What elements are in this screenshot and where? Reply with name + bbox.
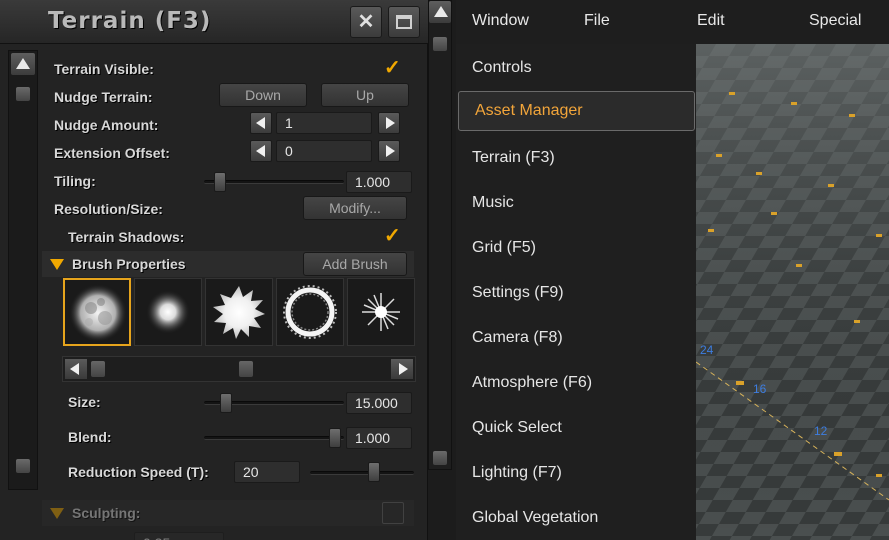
collapse-arrow-icon xyxy=(50,508,64,519)
grid-label-24: 24 xyxy=(700,343,714,357)
extension-offset-label: Extension Offset: xyxy=(54,145,170,161)
soft-round-brush-icon xyxy=(146,290,190,334)
scroll-thumb-left[interactable] xyxy=(91,361,105,377)
collapse-arrow-icon xyxy=(50,259,64,270)
terrain-visible-checkbox[interactable]: ✓ xyxy=(384,55,401,80)
menu-special[interactable]: Special xyxy=(809,12,861,30)
menu-item-music[interactable]: Music xyxy=(456,180,696,225)
tiling-field[interactable]: 1.000 xyxy=(346,171,412,193)
menu-item-lighting[interactable]: Lighting (F7) xyxy=(456,450,696,495)
menu-window[interactable]: Window xyxy=(472,12,529,30)
minimize-icon xyxy=(396,15,412,29)
brush-blend-slider-knob[interactable] xyxy=(329,428,341,448)
menu-item-grid[interactable]: Grid (F5) xyxy=(456,225,696,270)
close-icon: ✕ xyxy=(357,11,375,33)
scroll-thumb[interactable] xyxy=(433,37,447,51)
nudge-down-button[interactable]: Down xyxy=(219,83,307,107)
reduction-speed-label: Reduction Speed (T): xyxy=(68,464,209,480)
menubar: Window File Edit Special xyxy=(456,0,889,44)
scene-viewport[interactable]: 24 16 12 xyxy=(696,44,889,540)
menu-edit[interactable]: Edit xyxy=(697,12,725,30)
nudge-amount-field[interactable]: 1 xyxy=(276,112,372,134)
sculpting-checkbox[interactable] xyxy=(382,502,404,524)
sculpting-header[interactable]: Sculpting: xyxy=(42,500,414,526)
brush-splat[interactable] xyxy=(205,278,273,346)
sculpting-title: Sculpting: xyxy=(72,505,141,521)
menu-item-asset-manager[interactable]: Asset Manager xyxy=(458,91,695,131)
brush-blend-slider-track[interactable] xyxy=(204,436,344,440)
scroll-up-button[interactable] xyxy=(11,53,35,75)
brush-size-label: Size: xyxy=(68,394,101,410)
grid-label-16: 16 xyxy=(753,382,767,396)
menu-item-global-vegetation[interactable]: Global Vegetation xyxy=(456,495,696,540)
ring-brush-icon xyxy=(283,285,337,339)
panel-title: Terrain (F3) xyxy=(48,8,212,34)
minimize-button[interactable] xyxy=(388,6,420,38)
scroll-thumb-right[interactable] xyxy=(239,361,253,377)
add-brush-button[interactable]: Add Brush xyxy=(303,252,407,276)
splat-brush-icon xyxy=(213,286,265,339)
menu-item-controls[interactable]: Controls xyxy=(456,45,696,90)
panel-right-scrollbar[interactable] xyxy=(428,0,452,470)
brush-soft-round[interactable] xyxy=(134,278,202,346)
terrain-shadows-label: Terrain Shadows: xyxy=(68,229,185,245)
scroll-left-button[interactable] xyxy=(65,359,87,379)
brush-properties-title: Brush Properties xyxy=(72,256,186,272)
brush-palette-scrollbar[interactable] xyxy=(62,356,416,382)
scroll-thumb-bottom[interactable] xyxy=(433,451,447,465)
brush-ring[interactable] xyxy=(276,278,344,346)
menu-item-settings[interactable]: Settings (F9) xyxy=(456,270,696,315)
starburst-brush-icon xyxy=(362,293,400,331)
scroll-up-button[interactable] xyxy=(429,1,451,23)
extension-offset-decrement[interactable] xyxy=(250,140,272,162)
nudge-up-button[interactable]: Up xyxy=(321,83,409,107)
brush-palette xyxy=(62,278,416,350)
brush-blend-field[interactable]: 1.000 xyxy=(346,427,412,449)
reduction-speed-field[interactable]: 20 xyxy=(234,461,300,483)
close-button[interactable]: ✕ xyxy=(350,6,382,38)
scroll-thumb-bottom[interactable] xyxy=(16,459,30,473)
menu-item-terrain[interactable]: Terrain (F3) xyxy=(456,135,696,180)
brush-size-slider-knob[interactable] xyxy=(220,393,232,413)
menu-file[interactable]: File xyxy=(584,12,610,30)
extension-offset-field[interactable]: 0 xyxy=(276,140,372,162)
terrain-panel: Terrain (F3) ✕ Terrain Visible: ✓ Nudge … xyxy=(0,0,428,540)
panel-titlebar[interactable]: Terrain (F3) ✕ xyxy=(0,0,428,44)
menu-item-quick-select[interactable]: Quick Select xyxy=(456,405,696,450)
nudge-amount-label: Nudge Amount: xyxy=(54,117,159,133)
terrain-visible-label: Terrain Visible: xyxy=(54,61,154,77)
extension-offset-increment[interactable] xyxy=(378,140,400,162)
brush-cloud[interactable] xyxy=(63,278,131,346)
reduction-speed-slider-track[interactable] xyxy=(310,471,414,475)
terrain-grid-view: 24 16 12 xyxy=(696,44,889,540)
reduction-speed-slider-knob[interactable] xyxy=(368,462,380,482)
brush-blend-label: Blend: xyxy=(68,429,112,445)
modify-button[interactable]: Modify... xyxy=(303,196,407,220)
brush-size-field[interactable]: 15.000 xyxy=(346,392,412,414)
brush-starburst[interactable] xyxy=(347,278,415,346)
nudge-amount-increment[interactable] xyxy=(378,112,400,134)
window-menu-dropdown: Controls Asset Manager Terrain (F3) Musi… xyxy=(456,44,696,540)
sculpting-partial-field[interactable]: 0.25 xyxy=(134,532,224,540)
nudge-terrain-label: Nudge Terrain: xyxy=(54,89,153,105)
grid-label-12: 12 xyxy=(814,424,828,438)
cloud-brush-icon xyxy=(69,284,127,342)
panel-left-scrollbar[interactable] xyxy=(8,50,38,490)
scroll-thumb[interactable] xyxy=(16,87,30,101)
menu-item-atmosphere[interactable]: Atmosphere (F6) xyxy=(456,360,696,405)
tiling-slider-knob[interactable] xyxy=(214,172,226,192)
resolution-size-label: Resolution/Size: xyxy=(54,201,163,217)
nudge-amount-decrement[interactable] xyxy=(250,112,272,134)
terrain-shadows-checkbox[interactable]: ✓ xyxy=(384,223,401,248)
tiling-label: Tiling: xyxy=(54,173,96,189)
panel-content: Terrain Visible: ✓ Nudge Terrain: Down U… xyxy=(42,52,422,540)
scroll-right-button[interactable] xyxy=(391,359,413,379)
menu-item-camera[interactable]: Camera (F8) xyxy=(456,315,696,360)
